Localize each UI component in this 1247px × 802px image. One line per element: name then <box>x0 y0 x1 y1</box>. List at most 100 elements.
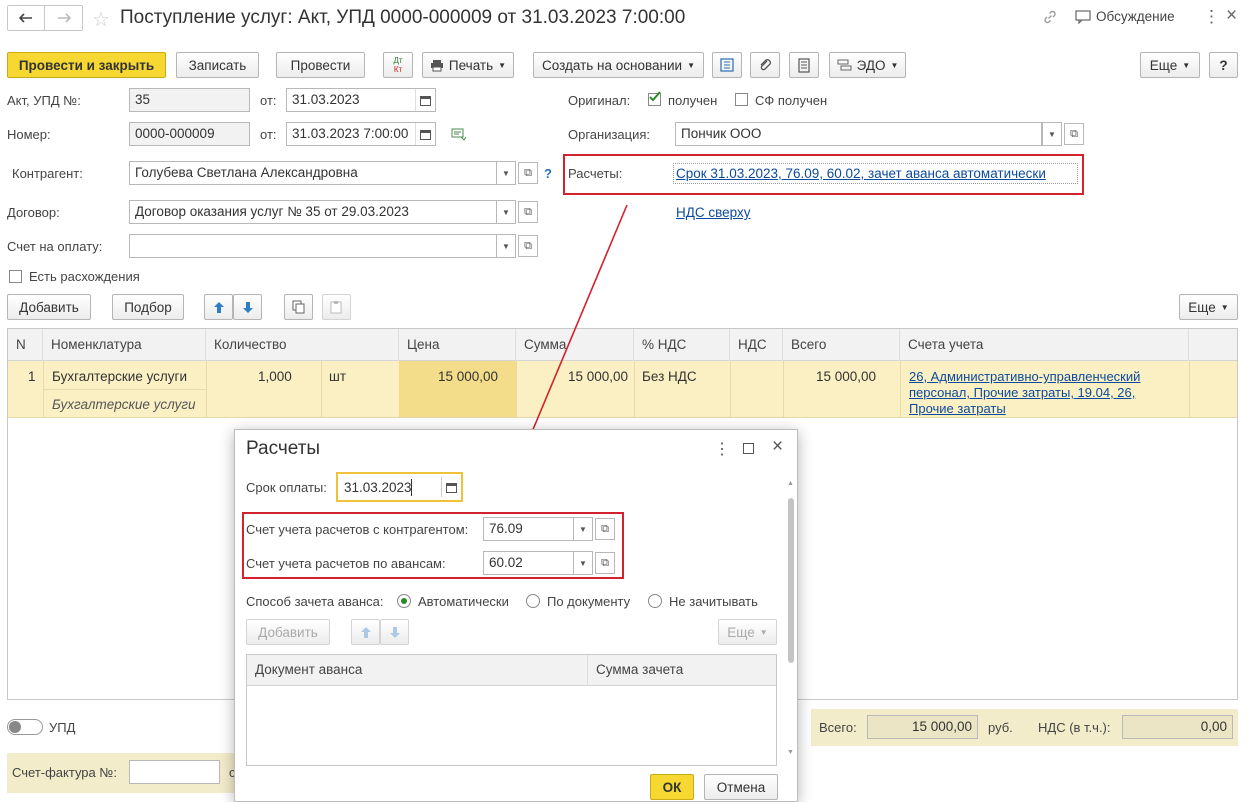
act-number-field[interactable]: 35 <box>129 88 250 112</box>
contract-dropdown[interactable]: ▼ <box>496 200 516 224</box>
counterparty-dropdown[interactable]: ▼ <box>496 161 516 185</box>
select-button[interactable]: Подбор <box>112 294 184 320</box>
discussion-button[interactable]: Обсуждение <box>1075 9 1175 24</box>
structure-button[interactable] <box>712 52 742 78</box>
edo-button[interactable]: ЭДО ▼ <box>829 52 906 78</box>
attach-button[interactable] <box>750 52 780 78</box>
organization-dropdown[interactable]: ▼ <box>1042 122 1062 146</box>
organization-field[interactable]: Пончик ООО <box>675 122 1042 146</box>
col-item[interactable]: Номенклатура <box>43 329 206 361</box>
col-sum[interactable]: Сумма <box>516 329 634 361</box>
dialog-more-button[interactable]: Еще ▼ <box>718 619 777 645</box>
cell-accounts-line1[interactable]: 26, Административно-управленческий <box>909 369 1140 384</box>
print-button[interactable]: Печать ▼ <box>422 52 514 78</box>
add-row-button[interactable]: Добавить <box>7 294 91 320</box>
favorite-star-icon[interactable]: ☆ <box>92 7 110 32</box>
col-advance-doc[interactable]: Документ аванса <box>247 655 588 686</box>
create-based-on-button[interactable]: Создать на основании ▼ <box>533 52 704 78</box>
dialog-move-down-button[interactable] <box>380 619 409 645</box>
calendar-icon[interactable] <box>441 477 461 497</box>
calendar-icon[interactable] <box>415 89 435 111</box>
calendar-icon[interactable] <box>415 123 435 145</box>
help-button[interactable]: ? <box>1209 52 1238 78</box>
invoice-number-field[interactable] <box>129 760 220 784</box>
act-date-field[interactable]: 31.03.2023 <box>286 88 436 112</box>
more-button[interactable]: Еще ▼ <box>1140 52 1200 78</box>
discrepancy-checkbox[interactable] <box>9 270 22 283</box>
adv-account-field[interactable]: 60.02 <box>483 551 574 575</box>
sf-received-checkbox[interactable] <box>735 93 748 106</box>
cell-vat-rate[interactable]: Без НДС <box>642 369 697 384</box>
save-button[interactable]: Записать <box>176 52 259 78</box>
post-button[interactable]: Провести <box>276 52 365 78</box>
cell-sum[interactable]: 15 000,00 <box>568 369 628 384</box>
cell-price[interactable]: 15 000,00 <box>438 369 498 384</box>
adv-account-dropdown[interactable]: ▼ <box>573 551 593 575</box>
col-offset-sum[interactable]: Сумма зачета <box>588 655 776 686</box>
radio-no-offset[interactable] <box>648 594 662 608</box>
report-button[interactable] <box>789 52 819 78</box>
cell-total[interactable]: 15 000,00 <box>816 369 876 384</box>
radio-auto[interactable] <box>397 594 411 608</box>
back-button[interactable] <box>8 6 46 30</box>
cell-item-sub[interactable]: Бухгалтерские услуги <box>52 397 196 412</box>
radio-by-document[interactable] <box>526 594 540 608</box>
dialog-add-button[interactable]: Добавить <box>246 619 330 645</box>
cp-account-open-button[interactable]: ⧉ <box>595 518 615 540</box>
vat-on-top-link[interactable]: НДС сверху <box>676 205 751 220</box>
contract-open-button[interactable]: ⧉ <box>518 201 538 223</box>
dialog-menu-icon[interactable]: ⋮ <box>714 439 730 459</box>
move-up-button[interactable] <box>204 294 233 320</box>
cell-accounts-line2[interactable]: персонал, Прочие затраты, 19.04, 26, <box>909 385 1135 400</box>
payment-invoice-open-button[interactable]: ⧉ <box>518 235 538 257</box>
payment-invoice-field[interactable] <box>129 234 497 258</box>
dialog-scrollbar[interactable]: ▲ ▼ <box>787 480 795 756</box>
ok-button[interactable]: ОК <box>650 774 694 800</box>
col-qty[interactable]: Количество <box>206 329 399 361</box>
move-down-button[interactable] <box>233 294 262 320</box>
dtkt-button[interactable]: Дт Кт <box>383 52 413 78</box>
col-n[interactable]: N <box>8 329 43 361</box>
post-and-close-button[interactable]: Провести и закрыть <box>7 52 166 78</box>
col-price[interactable]: Цена <box>399 329 516 361</box>
cell-qty[interactable]: 1,000 <box>258 369 292 384</box>
row-grid <box>900 361 901 417</box>
cell-item[interactable]: Бухгалтерские услуги <box>52 369 187 384</box>
due-date-input[interactable]: 31.03.2023 <box>336 472 463 502</box>
original-received-checkbox[interactable] <box>648 91 661 106</box>
help-question-icon[interactable]: ? <box>544 166 552 181</box>
cp-account-field[interactable]: 76.09 <box>483 517 574 541</box>
table-more-button[interactable]: Еще ▼ <box>1179 294 1238 320</box>
counterparty-open-button[interactable]: ⧉ <box>518 162 538 184</box>
cell-unit[interactable]: шт <box>329 369 346 384</box>
link-icon[interactable] <box>1042 9 1058 28</box>
settlements-link[interactable]: Срок 31.03.2023, 76.09, 60.02, зачет ава… <box>676 166 1046 181</box>
number-datetime-field[interactable]: 31.03.2023 7:00:00 <box>286 122 436 146</box>
payment-invoice-dropdown[interactable]: ▼ <box>496 234 516 258</box>
window-menu-icon[interactable]: ⋮ <box>1203 7 1220 27</box>
col-vat[interactable]: НДС <box>730 329 783 361</box>
number-field[interactable]: 0000-000009 <box>129 122 250 146</box>
copy-row-button[interactable] <box>284 294 313 320</box>
organization-open-button[interactable]: ⧉ <box>1064 123 1084 145</box>
forward-button[interactable] <box>45 6 82 30</box>
scroll-thumb[interactable] <box>788 498 794 663</box>
maximize-icon[interactable] <box>743 443 754 454</box>
history-icon[interactable] <box>451 128 467 144</box>
col-vat-rate[interactable]: % НДС <box>634 329 730 361</box>
col-total[interactable]: Всего <box>783 329 900 361</box>
col-accounts[interactable]: Счета учета <box>900 329 1189 361</box>
cell-accounts-line3[interactable]: Прочие затраты <box>909 401 1006 416</box>
cp-account-dropdown[interactable]: ▼ <box>573 517 593 541</box>
upd-toggle[interactable] <box>7 719 43 735</box>
counterparty-field[interactable]: Голубева Светлана Александровна <box>129 161 497 185</box>
dialog-move-up-button[interactable] <box>351 619 380 645</box>
payment-invoice-label: Счет на оплату: <box>7 239 103 254</box>
contract-field[interactable]: Договор оказания услуг № 35 от 29.03.202… <box>129 200 497 224</box>
adv-account-open-button[interactable]: ⧉ <box>595 552 615 574</box>
dialog-close-icon[interactable]: × <box>772 436 783 458</box>
close-window-icon[interactable]: × <box>1226 5 1237 27</box>
cancel-button[interactable]: Отмена <box>704 774 778 800</box>
table-row[interactable]: 1 Бухгалтерские услуги Бухгалтерские усл… <box>8 361 1237 418</box>
paste-row-button[interactable] <box>322 294 351 320</box>
